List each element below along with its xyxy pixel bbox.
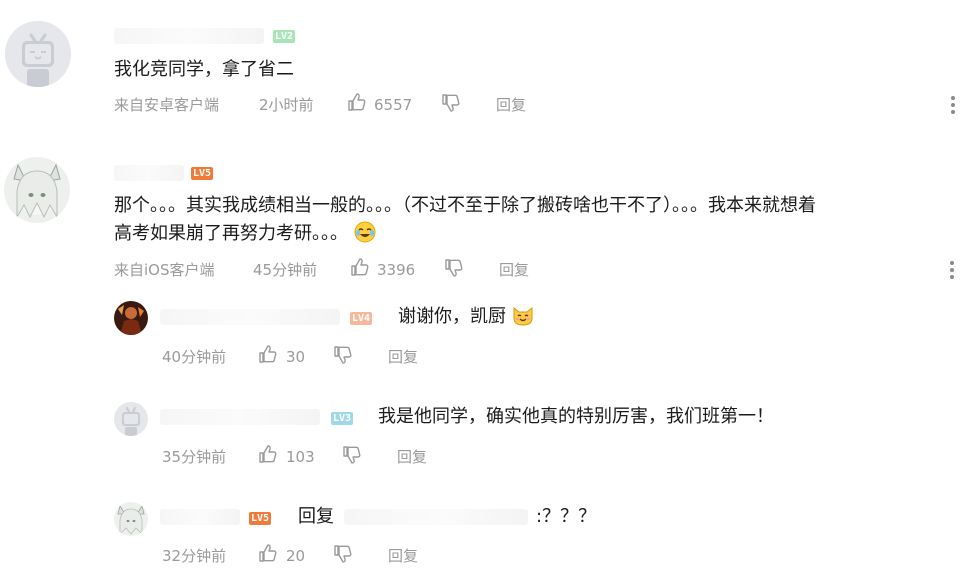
- reply-text: 我是他同学，确实他真的特别厉害，我们班第一！: [378, 406, 774, 427]
- reply-prefix: 回复: [298, 506, 334, 527]
- comment-text-line-2: 高考如果崩了再努力考研。。。: [114, 220, 376, 248]
- comment-source: 来自iOS客户端: [114, 261, 215, 279]
- level-badge: LV4: [350, 312, 373, 325]
- avatar[interactable]: [5, 21, 71, 87]
- level-badge: LV5: [191, 167, 214, 180]
- more-options-icon[interactable]: [949, 261, 955, 281]
- reply-username[interactable]: [160, 509, 240, 525]
- comment-time: 2小时前: [259, 96, 314, 114]
- thumbs-up-icon[interactable]: [350, 257, 370, 277]
- dark-character-avatar-icon: [114, 301, 148, 335]
- like-count: 20: [286, 547, 306, 565]
- reply-time: 35分钟前: [162, 448, 227, 466]
- reply-button[interactable]: 回复: [496, 95, 526, 115]
- like-count: 6557: [374, 96, 413, 114]
- reply-avatar[interactable]: [114, 301, 148, 335]
- comment-text: 我化竞同学，拿了省二: [114, 59, 294, 80]
- anime-girl-avatar-icon: [4, 157, 70, 223]
- reply-avatar[interactable]: [114, 502, 148, 536]
- thumbs-down-icon[interactable]: [333, 345, 353, 365]
- reply-text: :？？？: [536, 506, 597, 527]
- comment-text-line-1: 那个。。。其实我成绩相当一般的。。。（不过不至于除了搬砖啥也干不了）。。。我本来…: [114, 195, 816, 216]
- thumbs-down-icon[interactable]: [441, 93, 461, 113]
- reply-username[interactable]: [160, 409, 320, 425]
- cat-face-emoji-icon: [512, 304, 534, 326]
- bilibili-tv-avatar-icon: [114, 402, 148, 436]
- level-badge: LV2: [273, 30, 296, 43]
- reply-text-content: 谢谢你，凯厨: [398, 306, 506, 327]
- thumbs-up-icon[interactable]: [258, 444, 278, 464]
- reply-time: 32分钟前: [162, 547, 227, 565]
- thumbs-down-icon[interactable]: [444, 258, 464, 278]
- crying-laughing-emoji-icon: [354, 221, 376, 243]
- level-badge: LV3: [331, 412, 354, 425]
- like-count: 3396: [377, 261, 416, 279]
- like-count: 30: [286, 348, 306, 366]
- thumbs-down-icon[interactable]: [333, 544, 353, 564]
- anime-girl-avatar-icon: [114, 502, 148, 536]
- comment-source: 来自安卓客户端: [114, 96, 220, 114]
- reply-username[interactable]: [160, 309, 340, 325]
- more-options-icon[interactable]: [950, 96, 956, 116]
- like-count: 103: [286, 448, 315, 466]
- reply-button[interactable]: 回复: [388, 347, 418, 367]
- thumbs-down-icon[interactable]: [342, 445, 362, 465]
- comment-time: 45分钟前: [253, 261, 318, 279]
- reply-button[interactable]: 回复: [499, 260, 529, 280]
- thumbs-up-icon[interactable]: [347, 92, 367, 112]
- avatar[interactable]: [4, 157, 70, 223]
- bilibili-tv-avatar-icon: [5, 21, 71, 87]
- reply-avatar[interactable]: [114, 402, 148, 436]
- level-badge: LV5: [249, 512, 272, 525]
- username[interactable]: [114, 165, 184, 181]
- thumbs-up-icon[interactable]: [258, 344, 278, 364]
- comment-text-line-2-content: 高考如果崩了再努力考研。。。: [114, 223, 348, 244]
- username[interactable]: [114, 28, 264, 44]
- reply-button[interactable]: 回复: [397, 447, 427, 467]
- reply-button[interactable]: 回复: [388, 546, 418, 566]
- reply-text: 谢谢你，凯厨: [398, 303, 534, 331]
- reply-time: 40分钟前: [162, 348, 227, 366]
- thumbs-up-icon[interactable]: [258, 543, 278, 563]
- mentioned-username[interactable]: [344, 509, 528, 525]
